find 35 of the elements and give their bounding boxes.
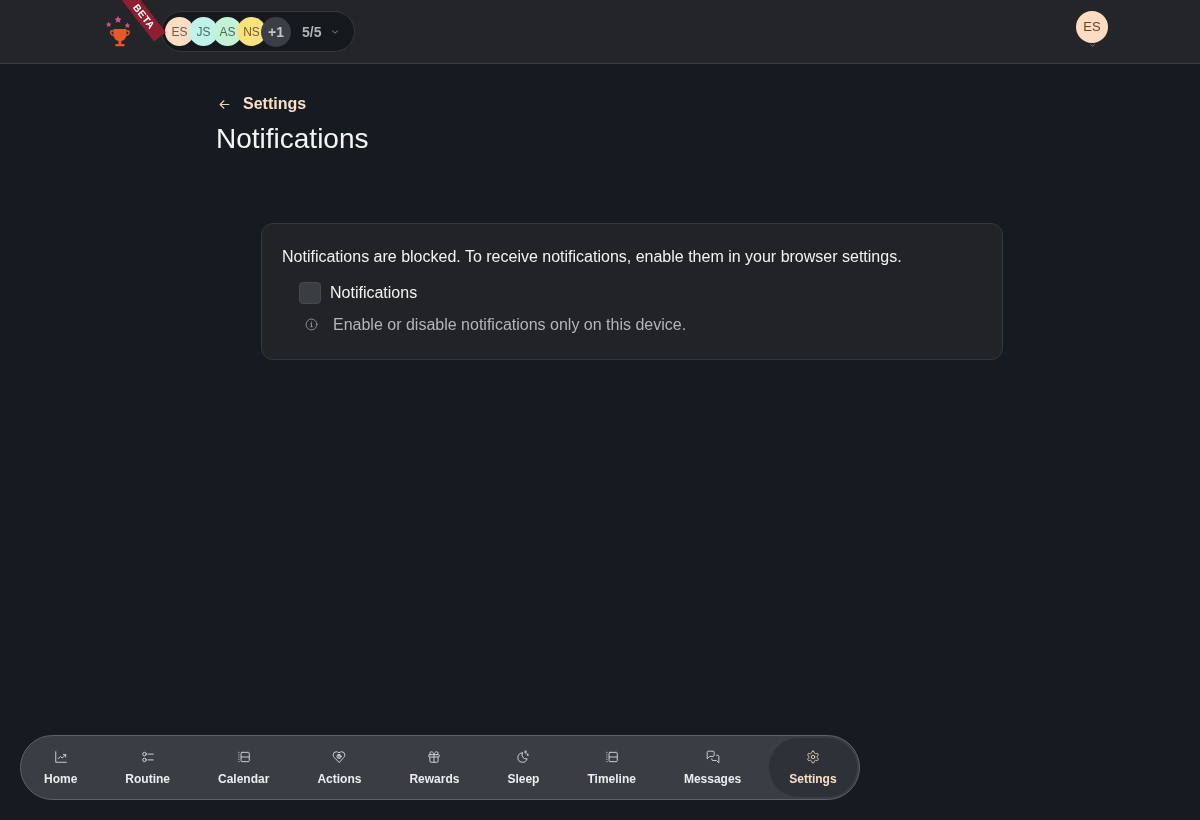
members-dropdown[interactable]: ES JS AS NS +1 5/5	[161, 11, 356, 52]
more-members-avatar: +1	[261, 16, 291, 47]
list-icon	[604, 749, 619, 764]
settings-icon	[805, 749, 820, 764]
member-avatar: NS	[237, 17, 266, 46]
page-title: Notifications	[216, 121, 370, 156]
trophy-icon	[105, 14, 133, 47]
nav-tab[interactable]: Actions	[297, 738, 382, 797]
nav-tab[interactable]: Timeline	[567, 738, 656, 797]
nav-tab[interactable]: Sleep	[487, 738, 560, 797]
back-link[interactable]: Settings	[216, 95, 307, 113]
member-avatar: AS	[213, 17, 242, 46]
chat-bubbles-icon	[705, 749, 720, 764]
notifications-checkbox[interactable]	[299, 281, 321, 304]
gift-icon	[427, 749, 442, 764]
nav-tab[interactable]: Home	[24, 738, 98, 797]
member-count: 5/5	[302, 23, 322, 40]
checklist-icon	[140, 749, 155, 764]
chevron-down-icon	[1087, 41, 1097, 49]
member-avatar: JS	[189, 17, 218, 46]
list-icon	[236, 749, 251, 764]
nav-tab[interactable]: Rewards	[389, 738, 480, 797]
info-icon	[305, 318, 318, 331]
moon-icon	[516, 749, 531, 764]
checkbox-label[interactable]: Notifications	[330, 283, 418, 302]
chart-line-icon	[53, 749, 68, 764]
member-avatar: ES	[165, 17, 194, 46]
nav-tab[interactable]: Settings	[769, 738, 857, 797]
blocked-notice: Notifications are blocked. To receive notifications, enable them in your browser settings.	[282, 246, 903, 267]
nav-tab[interactable]: Messages	[663, 738, 762, 797]
nav-tab[interactable]: Routine	[105, 738, 190, 797]
hint-text: Enable or disable notifications only on this device.	[333, 315, 687, 334]
account-avatar[interactable]: ES	[1076, 10, 1108, 43]
heart-icon	[332, 749, 347, 764]
nav-tab[interactable]: Calendar	[198, 738, 290, 797]
